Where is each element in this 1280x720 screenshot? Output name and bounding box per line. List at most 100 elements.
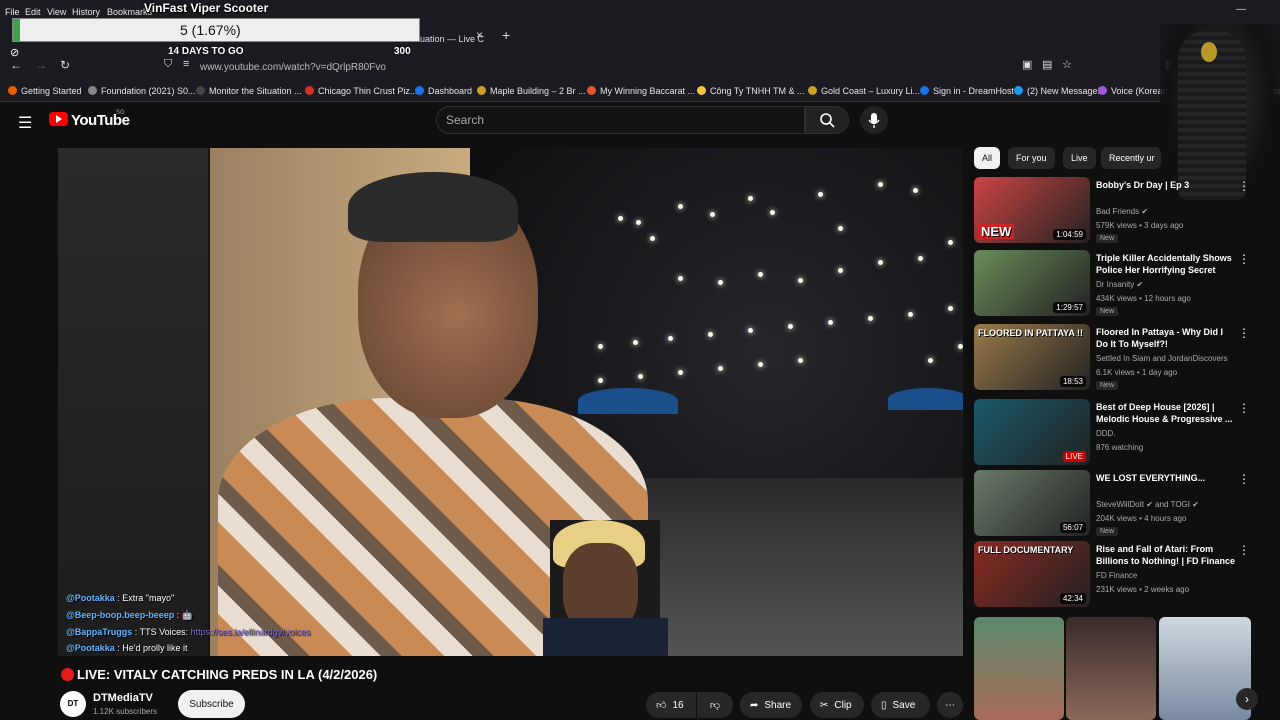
search-button[interactable] [805, 106, 849, 134]
voice-search-button[interactable] [860, 106, 888, 134]
recommendation-channel[interactable]: DDD. [1096, 429, 1116, 438]
recommendation-thumbnail[interactable]: 1:29:57 [974, 250, 1090, 316]
recommendation-title[interactable]: Bobby's Dr Day | Ep 3 [1096, 179, 1236, 191]
bookmark-item[interactable]: Dashboard [415, 86, 472, 96]
save-button[interactable]: ▯ Save [871, 692, 930, 718]
bookmark-label: Dashboard [428, 86, 473, 96]
minimize-icon[interactable]: — [1236, 4, 1246, 15]
new-tab-button[interactable]: + [502, 27, 510, 43]
chip-for-you[interactable]: For you [1008, 147, 1055, 169]
recommendation-title[interactable]: Triple Killer Accidentally Shows Police … [1096, 252, 1236, 276]
thumbs-down-icon: 👎︎ [709, 700, 721, 711]
recommendation-title[interactable]: Best of Deep House [2026] | Melodic Hous… [1096, 401, 1236, 425]
recommendation-channel[interactable]: Dr Insanity ✔ [1096, 280, 1143, 289]
menu-icon[interactable]: ☰ [18, 113, 32, 133]
back-icon[interactable]: ← [10, 58, 22, 72]
like-count: 16 [672, 699, 684, 711]
recommendation-item[interactable]: FULL DOCUMENTARY 42:34 Rise and Fall of At… [974, 541, 1264, 607]
recommendation-item[interactable]: 1:29:57 Triple Killer Accidentally Shows … [974, 250, 1264, 316]
recommendation-thumbnail[interactable]: LIVE [974, 399, 1090, 465]
bookmark-item[interactable]: Gold Coast – Luxury Li... [808, 86, 920, 96]
recommendation-item[interactable]: FLOORED IN PATTAYA !! 18:53 Floored In Pat… [974, 324, 1264, 390]
bookmark-item[interactable]: Maple Building – 2 Br ... [477, 86, 586, 96]
dislike-button[interactable]: 👎︎ [697, 692, 733, 718]
chip-live[interactable]: Live [1063, 147, 1096, 169]
string-light-bulb [598, 378, 603, 383]
recommendation-channel[interactable]: SteveWillDoIt ✔ and TOGI ✔ [1096, 500, 1199, 509]
forward-icon[interactable]: → [35, 58, 47, 72]
bookmark-item[interactable]: Công Ty TNHH TM & ... [697, 86, 805, 96]
youtube-country-code: SG [116, 110, 125, 116]
more-vertical-icon[interactable]: ⋮ [1238, 179, 1250, 193]
recommendation-thumbnail[interactable]: 56:07 [974, 470, 1090, 536]
recommendation-thumbnail[interactable]: FLOORED IN PATTAYA !! 18:53 [974, 324, 1090, 390]
more-vertical-icon[interactable]: ⋮ [1238, 472, 1250, 486]
bookmark-item[interactable]: Getting Started [8, 86, 82, 96]
channel-avatar[interactable]: DT [60, 691, 86, 717]
recommendation-item[interactable]: 56:07 WE LOST EVERYTHING... SteveWillDoIt … [974, 470, 1264, 536]
recommendation-channel[interactable]: Bad Friends ✔ [1096, 207, 1148, 216]
reload-icon[interactable]: ↻ [60, 58, 70, 72]
tab-close-icon[interactable]: × [476, 28, 483, 42]
video-overlay-character-suit [543, 618, 668, 656]
recommendation-item[interactable]: NEW 1:04:59 Bobby's Dr Day | Ep 3 Bad Frien… [974, 177, 1264, 243]
search-input[interactable] [446, 112, 796, 128]
clip-button[interactable]: ✂ Clip [810, 692, 864, 718]
page-settings-icon[interactable]: ≡ [183, 58, 189, 70]
more-vertical-icon[interactable]: ⋮ [1238, 543, 1250, 557]
recommendation-item[interactable]: LIVE Best of Deep House [2026] | Melodic … [974, 399, 1264, 465]
string-light-bulb [650, 236, 655, 241]
string-light-bulb [948, 306, 953, 311]
bookmark-star-icon[interactable]: ☆ [1062, 58, 1072, 71]
chip-recently-uploaded[interactable]: Recently ur [1101, 147, 1161, 169]
chat-text: : TTS Voices: [132, 627, 191, 637]
bookmark-item[interactable]: Monitor the Situation ... [196, 86, 302, 96]
recommendation-thumbnail[interactable]: FULL DOCUMENTARY 42:34 [974, 541, 1090, 607]
scissors-icon: ✂ [820, 699, 829, 711]
bookmark-item[interactable]: Sign in - DreamHost [920, 86, 1014, 96]
video-player[interactable] [58, 148, 963, 656]
string-light-bulb [718, 366, 723, 371]
reader-icon[interactable]: ▤ [1042, 58, 1052, 71]
more-vertical-icon[interactable]: ⋮ [1238, 252, 1250, 266]
bookmark-item[interactable]: (2) New Message! [1014, 86, 1100, 96]
chat-text: : 🤖 [174, 610, 194, 620]
url-bar[interactable]: www.youtube.com/watch?v=dQrlpR80Fvo [200, 62, 386, 73]
recommendation-title[interactable]: WE LOST EVERYTHING... [1096, 472, 1236, 484]
share-button[interactable]: ➦ Share [740, 692, 802, 718]
shorts-next-button[interactable]: › [1236, 688, 1258, 710]
more-vertical-icon[interactable]: ⋮ [1238, 326, 1250, 340]
menu-view[interactable]: View [47, 7, 66, 17]
bookmark-item[interactable]: Foundation (2021) S0... [88, 86, 196, 96]
bookmark-item[interactable]: Voice (Korean [1098, 86, 1168, 96]
recommendation-thumbnail[interactable]: NEW 1:04:59 [974, 177, 1090, 243]
menu-history[interactable]: History [72, 7, 100, 17]
youtube-play-icon [56, 115, 62, 123]
bookmark-favicon-icon [1098, 86, 1107, 95]
bookmark-favicon-icon [88, 86, 97, 95]
more-vertical-icon[interactable]: ⋮ [1238, 401, 1250, 415]
string-light-bulb [678, 204, 683, 209]
video-duration: 42:34 [1059, 593, 1086, 604]
menu-edit[interactable]: Edit [25, 7, 41, 17]
like-button[interactable]: 👍︎ 16 [646, 692, 696, 718]
bookmark-item[interactable]: Chicago Thin Crust Piz... [305, 86, 417, 96]
recommendation-channel[interactable]: Settled In Siam and JordanDiscovers [1096, 354, 1228, 363]
recommendation-channel[interactable]: FD Finance [1096, 571, 1137, 580]
new-badge: New [1096, 381, 1119, 390]
channel-name[interactable]: DTMediaTV [93, 692, 153, 704]
recommendation-title[interactable]: Floored In Pattaya - Why Did I Do It To … [1096, 326, 1236, 350]
recommendation-title[interactable]: Rise and Fall of Atari: From Billions to… [1096, 543, 1236, 567]
translate-icon[interactable]: ▣ [1022, 58, 1032, 71]
video-scene-bookshelf [58, 148, 208, 656]
short-thumbnail[interactable] [974, 617, 1064, 720]
short-thumbnail[interactable] [1066, 617, 1156, 720]
bookmark-item[interactable]: My Winning Baccarat ... [587, 86, 695, 96]
more-actions-button[interactable]: ⋯ [937, 692, 963, 718]
subscribe-button[interactable]: Subscribe [178, 690, 245, 718]
chip-all[interactable]: All [974, 147, 1001, 169]
chat-link[interactable]: https://ses.la/ellinardgv/voices [191, 627, 311, 637]
shield-icon[interactable]: ⛉ [164, 58, 172, 71]
menu-file[interactable]: File [5, 7, 20, 17]
live-badge: LIVE [1062, 451, 1086, 462]
